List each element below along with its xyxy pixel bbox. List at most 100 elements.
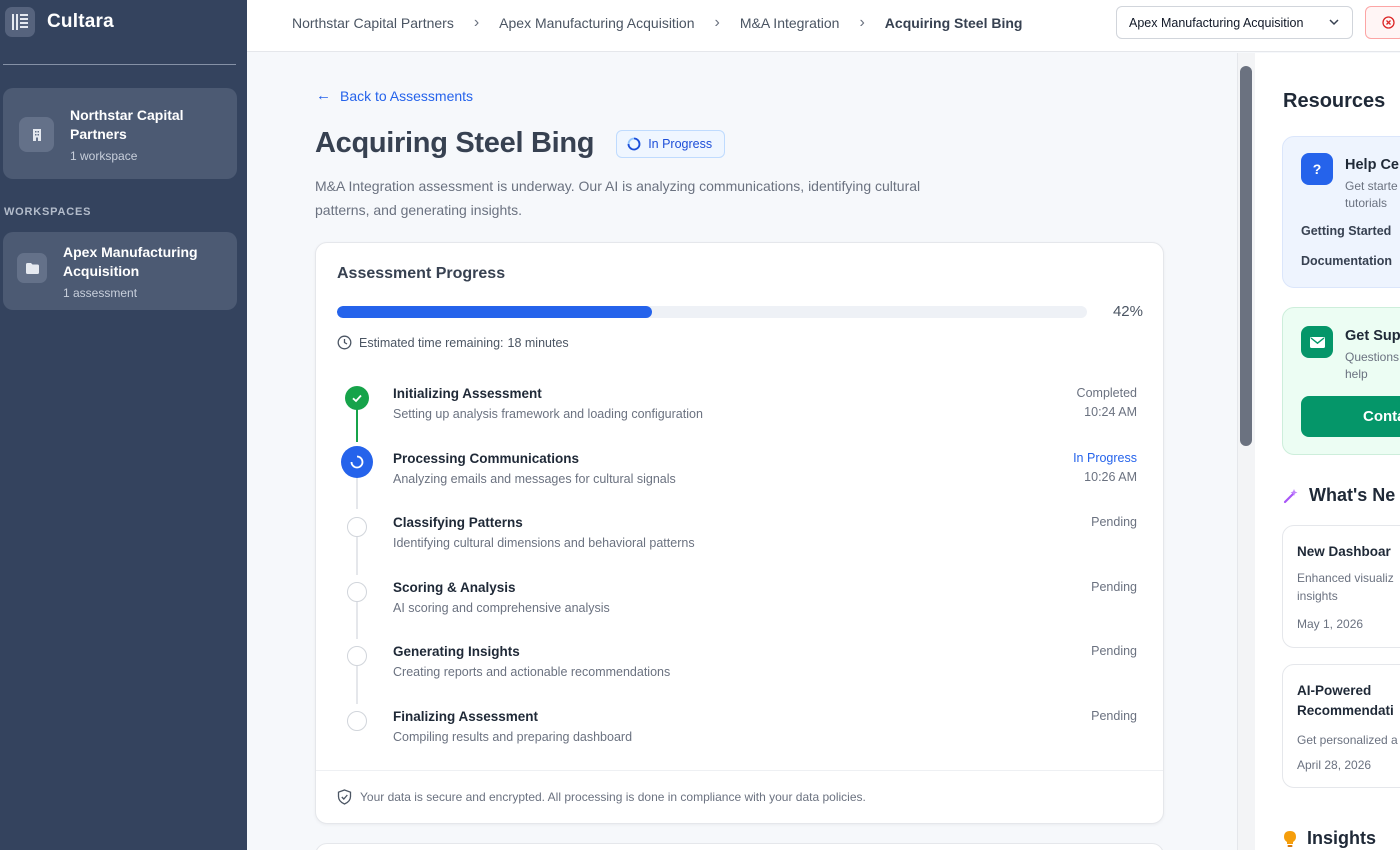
- cultara-logo-icon: [5, 7, 35, 37]
- clock-icon: [337, 335, 352, 350]
- spinner-icon: [627, 137, 641, 150]
- step-name: Initializing Assessment: [393, 386, 542, 401]
- pending-circle-icon: [347, 711, 367, 731]
- chevron-right-icon: ›: [859, 14, 865, 31]
- org-name: Northstar Capital Partners: [70, 107, 184, 142]
- step-description: Compiling results and preparing dashboar…: [393, 730, 633, 744]
- org-card[interactable]: Northstar Capital Partners 1 workspace: [3, 88, 237, 179]
- step-item: Classifying Patterns Identifying cultura…: [316, 515, 1163, 575]
- building-icon: [19, 117, 54, 152]
- breadcrumb-org[interactable]: Northstar Capital Partners: [292, 15, 454, 31]
- step-status: Pending: [1091, 580, 1137, 594]
- security-notice: Your data is secure and encrypted. All p…: [316, 770, 1163, 823]
- workspaces-section-label: WORKSPACES: [4, 206, 92, 218]
- news-description: Get personalized a: [1297, 733, 1398, 747]
- step-name: Classifying Patterns: [393, 515, 523, 530]
- question-icon: ?: [1301, 153, 1333, 185]
- close-circle-icon: [1382, 16, 1395, 29]
- step-name: Scoring & Analysis: [393, 580, 516, 595]
- step-status: Pending: [1091, 709, 1137, 723]
- main-scrollbar[interactable]: [1237, 53, 1255, 850]
- workspace-select[interactable]: Apex Manufacturing Acquisition: [1116, 6, 1353, 39]
- pending-circle-icon: [347, 646, 367, 666]
- whats-new-title: What's Ne: [1309, 485, 1396, 505]
- security-notice-text: Your data is secure and encrypted. All p…: [360, 790, 866, 804]
- org-workspace-count: 1 workspace: [70, 149, 138, 163]
- eta-row: Estimated time remaining: 18 minutes: [337, 335, 569, 350]
- step-name: Processing Communications: [393, 451, 580, 466]
- lightbulb-icon: [1284, 830, 1296, 847]
- step-status: Pending: [1091, 644, 1137, 658]
- back-to-assessments-link[interactable]: ← Back to Assessments: [316, 87, 473, 104]
- step-time: 10:24 AM: [1084, 405, 1137, 419]
- help-center-title: Help Ce: [1345, 157, 1399, 173]
- insights-heading: Insights: [1283, 828, 1376, 849]
- status-badge-label: In Progress: [648, 136, 713, 151]
- news-item[interactable]: AI-Powered Recommendati Get personalized…: [1282, 664, 1400, 788]
- workspace-name: Apex Manufacturing Acquisition: [63, 244, 198, 279]
- brand-name: Cultara: [47, 11, 114, 32]
- progress-bar-fill: [337, 306, 652, 318]
- chevron-right-icon: ›: [714, 14, 720, 31]
- resources-title: Resources: [1283, 90, 1386, 112]
- step-name: Finalizing Assessment: [393, 709, 539, 724]
- progress-percent: 42%: [1112, 303, 1143, 320]
- news-title: New Dashboar: [1297, 544, 1391, 559]
- resources-panel: Resources ? Help Ce Get starte tutorials…: [1255, 53, 1400, 850]
- pending-circle-icon: [347, 582, 367, 602]
- getting-started-link[interactable]: Getting Started: [1301, 224, 1391, 238]
- support-card: Get Sup Questions help Conta: [1282, 307, 1400, 455]
- spinner-icon: [341, 446, 373, 478]
- step-description: Setting up analysis framework and loadin…: [393, 407, 703, 421]
- main-content: ← Back to Assessments Acquiring Steel Bi…: [247, 53, 1237, 850]
- page-title: Acquiring Steel Bing: [315, 127, 595, 159]
- eta-value: 18 minutes: [507, 335, 569, 350]
- step-description: Creating reports and actionable recommen…: [393, 665, 671, 679]
- chevron-right-icon: ›: [473, 14, 480, 31]
- magic-wand-icon: [1283, 488, 1298, 503]
- step-status: Completed: [1076, 386, 1137, 400]
- check-icon: [345, 386, 369, 410]
- cancel-assessment-button[interactable]: [1365, 6, 1400, 39]
- breadcrumb-category[interactable]: M&A Integration: [740, 15, 840, 31]
- next-section-card: [315, 843, 1164, 850]
- back-link-label: Back to Assessments: [340, 87, 474, 104]
- news-date: May 1, 2026: [1297, 617, 1364, 631]
- help-center-subtitle: Get starte tutorials: [1345, 179, 1398, 210]
- sidebar: Cultara Northstar Capital Partners 1 wor…: [0, 0, 247, 850]
- sidebar-item-workspace[interactable]: Apex Manufacturing Acquisition 1 assessm…: [3, 232, 237, 310]
- status-badge: In Progress: [616, 129, 726, 158]
- news-item[interactable]: New Dashboar Enhanced visualiz insights …: [1282, 525, 1400, 648]
- step-item: Finalizing Assessment Compiling results …: [316, 709, 1163, 769]
- step-description: Analyzing emails and messages for cultur…: [393, 472, 676, 486]
- step-status: Pending: [1091, 515, 1137, 529]
- assessment-progress-card: Assessment Progress 42% Estimated time r…: [315, 242, 1164, 824]
- support-subtitle: Questions help: [1345, 350, 1400, 381]
- step-description: AI scoring and comprehensive analysis: [393, 601, 610, 615]
- step-status: In Progress: [1073, 451, 1137, 465]
- step-description: Identifying cultural dimensions and beha…: [393, 536, 695, 550]
- whats-new-heading: What's Ne: [1283, 485, 1395, 506]
- documentation-link[interactable]: Documentation: [1301, 254, 1392, 268]
- contact-button[interactable]: Conta: [1301, 396, 1400, 437]
- help-center-card[interactable]: ? Help Ce Get starte tutorials Getting S…: [1282, 136, 1400, 288]
- mail-icon: [1301, 326, 1333, 358]
- brand[interactable]: Cultara: [0, 0, 247, 44]
- step-item: Generating Insights Creating reports and…: [316, 644, 1163, 704]
- breadcrumb-current: Acquiring Steel Bing: [884, 15, 1023, 31]
- sidebar-divider: [3, 64, 236, 65]
- news-date: April 28, 2026: [1297, 758, 1372, 772]
- shield-check-icon: [337, 789, 352, 805]
- breadcrumb: Northstar Capital Partners › Apex Manufa…: [292, 0, 1022, 46]
- news-description: Enhanced visualiz insights: [1297, 571, 1394, 603]
- folder-icon: [17, 253, 47, 283]
- step-item: Initializing Assessment Setting up analy…: [316, 386, 1163, 446]
- workspace-assessment-count: 1 assessment: [63, 286, 138, 300]
- step-name: Generating Insights: [393, 644, 520, 659]
- support-title: Get Sup: [1345, 328, 1400, 344]
- topbar: Northstar Capital Partners › Apex Manufa…: [247, 0, 1400, 52]
- arrow-left-icon: ←: [316, 87, 331, 104]
- breadcrumb-workspace[interactable]: Apex Manufacturing Acquisition: [499, 15, 694, 31]
- pending-circle-icon: [347, 517, 367, 537]
- scrollbar-thumb[interactable]: [1240, 66, 1252, 446]
